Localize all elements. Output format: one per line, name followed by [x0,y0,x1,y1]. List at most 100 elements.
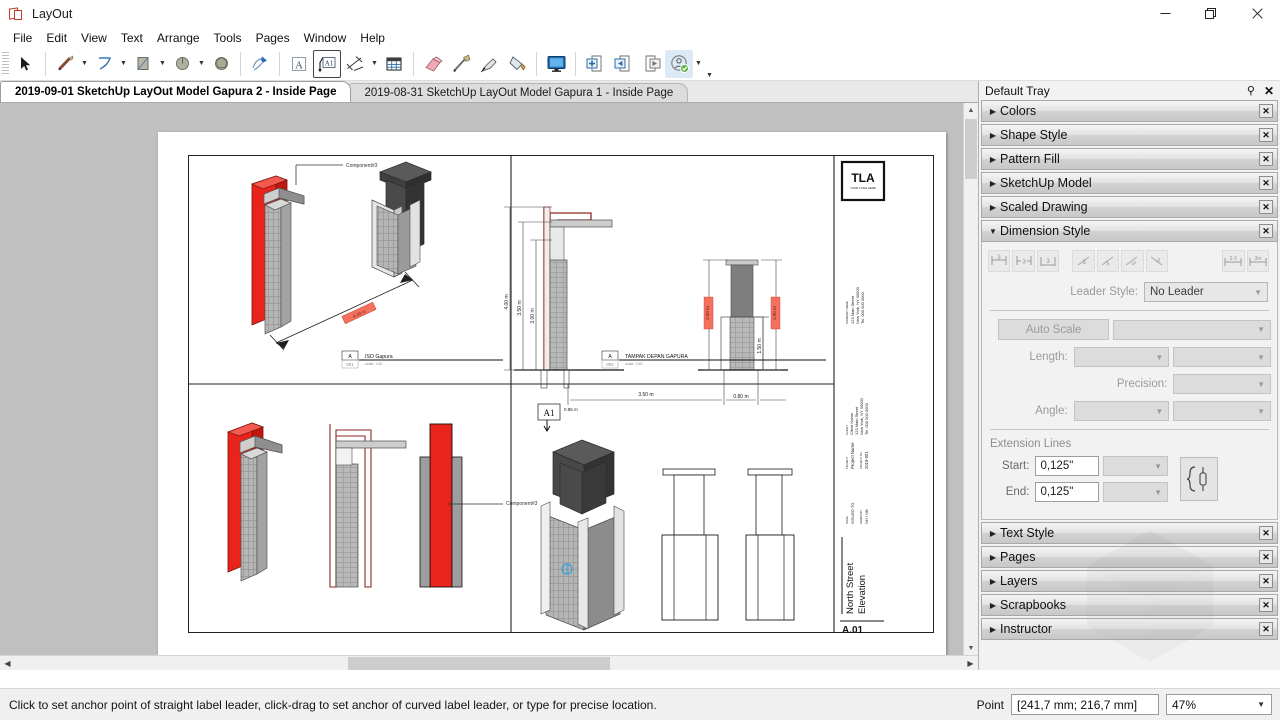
extension-start-input[interactable]: 0,125" [1035,456,1099,476]
select-tool-button[interactable] [12,50,40,78]
menu-pages[interactable]: Pages [249,29,297,47]
paint-bucket-tool-button[interactable] [503,50,531,78]
table-tool-button[interactable] [380,50,408,78]
dim-show-units-icon[interactable]: 3-3 [1222,250,1245,272]
length-select[interactable]: ▼ [1073,347,1170,367]
tray-close-icon[interactable]: ✕ [1264,84,1274,98]
rectangle-tool-button[interactable] [129,50,157,78]
panel-text-style-header[interactable]: ▶ Text Style ✕ [981,522,1278,544]
point-input[interactable]: [241,7 mm; 216,7 mm] [1011,694,1159,715]
label-tool-button[interactable]: A1 [313,49,341,78]
extension-line-style-icon[interactable] [1180,457,1218,501]
text-tool-button[interactable]: A [285,50,313,78]
pin-icon[interactable]: ⚲ [1247,84,1255,97]
horizontal-scroll-thumb[interactable] [348,657,610,670]
angle-select[interactable]: ▼ [1073,401,1170,421]
panel-dimension-style-close-icon[interactable]: ✕ [1259,224,1273,238]
circle-tool-button[interactable] [168,50,196,78]
dim-hide-units-icon[interactable]: 3m [1246,250,1269,272]
vertical-scroll-thumb[interactable] [965,119,977,179]
previous-page-button[interactable] [609,50,637,78]
precision-select[interactable]: ▼ [1173,374,1271,394]
length-unit-select[interactable]: ▼ [1173,347,1271,367]
panel-scaled-drawing-header[interactable]: ▶ Scaled Drawing ✕ [981,196,1278,218]
split-tool-button[interactable] [246,50,274,78]
panel-pages-header[interactable]: ▶ Pages ✕ [981,546,1278,568]
panel-shape-style-header[interactable]: ▶ Shape Style ✕ [981,124,1278,146]
dimension-tool-chevron-down-icon[interactable]: ▼ [369,50,380,78]
style-picker-tool-button[interactable] [447,50,475,78]
panel-scaled-drawing-close-icon[interactable]: ✕ [1259,200,1273,214]
menu-text[interactable]: Text [114,29,150,47]
share-model-button[interactable] [665,49,693,78]
rectangle-tool-chevron-down-icon[interactable]: ▼ [157,50,168,78]
document-tab-inactive[interactable]: 2019-08-31 SketchUp LayOut Model Gapura … [349,83,689,102]
next-page-button[interactable] [637,50,665,78]
panel-layers-header[interactable]: ▶ Layers ✕ [981,570,1278,592]
share-model-chevron-down-icon[interactable]: ▼ [693,50,704,78]
arc-tool-button[interactable] [90,50,118,78]
document-tab-active[interactable]: 2019-09-01 SketchUp LayOut Model Gapura … [0,81,352,102]
menu-edit[interactable]: Edit [39,29,74,47]
minimize-button[interactable] [1142,0,1188,28]
maximize-restore-button[interactable] [1188,0,1234,28]
paper-sheet[interactable]: Component#3 4.00 m A 001 ISO Gapura scal… [158,132,946,656]
angle-unit-select[interactable]: ▼ [1173,401,1271,421]
dim-text-above-icon[interactable]: 3 [1036,250,1060,272]
zoom-select[interactable]: 47% ▼ [1166,694,1272,715]
drawing-workspace[interactable]: Component#3 4.00 m A 001 ISO Gapura scal… [0,102,978,670]
pen-tool-button[interactable] [475,50,503,78]
panel-instructor-close-icon[interactable]: ✕ [1259,622,1273,636]
add-page-button[interactable] [581,50,609,78]
panel-scrapbooks-close-icon[interactable]: ✕ [1259,598,1273,612]
menu-view[interactable]: View [74,29,114,47]
extension-start-select[interactable]: ▼ [1102,456,1168,476]
polygon-tool-button[interactable] [207,50,235,78]
panel-sketchup-model-header[interactable]: ▶ SketchUp Model ✕ [981,172,1278,194]
line-tool-chevron-down-icon[interactable]: ▼ [79,50,90,78]
panel-pattern-fill-header[interactable]: ▶ Pattern Fill ✕ [981,148,1278,170]
close-button[interactable] [1234,0,1280,28]
canvas-vertical-scrollbar[interactable]: ▲ ▼ [963,103,978,656]
panel-layers-close-icon[interactable]: ✕ [1259,574,1273,588]
line-tool-button[interactable] [51,50,79,78]
toolbar-grip[interactable] [2,51,9,76]
arc-tool-chevron-down-icon[interactable]: ▼ [118,50,129,78]
dim-text-below-icon[interactable]: 3 [988,250,1011,272]
drawing-canvas[interactable]: Component#3 4.00 m A 001 ISO Gapura scal… [158,132,946,656]
panel-instructor-header[interactable]: ▶ Instructor ✕ [981,618,1278,640]
circle-tool-chevron-down-icon[interactable]: ▼ [196,50,207,78]
dim-text-rotate-horizontal-icon[interactable]: 3 [1072,250,1095,272]
dim-text-rotate-aligned-icon[interactable]: 3 [1096,250,1120,272]
menu-arrange[interactable]: Arrange [150,29,207,47]
start-presentation-button[interactable] [542,50,570,78]
dim-text-rotate-vertical-icon[interactable]: 3 [1121,250,1144,272]
panel-colors-header[interactable]: ▶ Colors ✕ [981,100,1278,122]
panel-dimension-style-header[interactable]: ▼ Dimension Style ✕ [981,220,1278,242]
dim-text-rotate-perpendicular-icon[interactable]: 3 [1145,250,1169,272]
scroll-right-chevron-right-icon[interactable]: ▶ [963,656,978,671]
menu-window[interactable]: Window [297,29,354,47]
panel-text-style-close-icon[interactable]: ✕ [1259,526,1273,540]
eraser-tool-button[interactable] [419,50,447,78]
extension-end-input[interactable]: 0,125" [1035,482,1099,502]
auto-scale-select[interactable]: ▼ [1113,319,1271,340]
canvas-horizontal-scrollbar[interactable]: ◀ ▶ [0,655,978,670]
menu-help[interactable]: Help [353,29,392,47]
auto-scale-button[interactable]: Auto Scale [998,319,1110,340]
panel-scrapbooks-header[interactable]: ▶ Scrapbooks ✕ [981,594,1278,616]
menu-tools[interactable]: Tools [207,29,249,47]
leader-style-select[interactable]: No Leader ▼ [1144,282,1268,302]
scroll-down-chevron-down-icon[interactable]: ▼ [964,641,978,656]
scroll-left-chevron-left-icon[interactable]: ◀ [0,656,15,671]
menu-file[interactable]: File [6,29,39,47]
scroll-up-chevron-up-icon[interactable]: ▲ [964,103,978,118]
panel-colors-close-icon[interactable]: ✕ [1259,104,1273,118]
toolbar-overflow-chevron-down-icon[interactable]: ▼ [704,47,715,81]
dim-text-center-icon[interactable]: 3 [1012,250,1035,272]
panel-sketchup-model-close-icon[interactable]: ✕ [1259,176,1273,190]
extension-end-select[interactable]: ▼ [1102,482,1168,502]
panel-shape-style-close-icon[interactable]: ✕ [1259,128,1273,142]
dimension-tool-button[interactable] [341,50,369,78]
panel-pages-close-icon[interactable]: ✕ [1259,550,1273,564]
